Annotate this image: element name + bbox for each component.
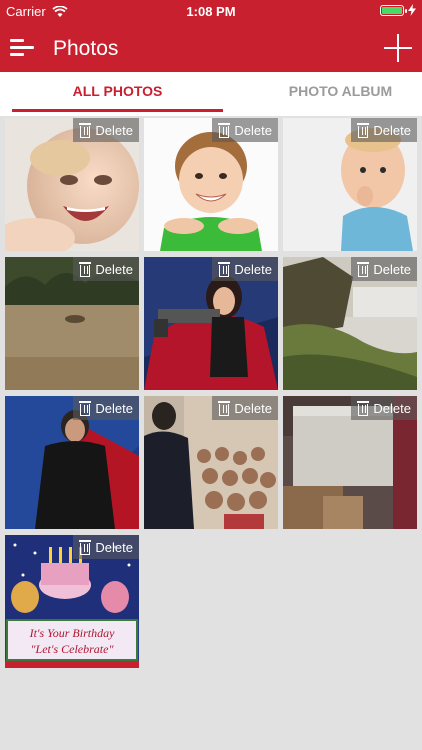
delete-button[interactable]: Delete: [73, 118, 139, 142]
delete-label: Delete: [95, 122, 133, 138]
delete-label: Delete: [95, 539, 133, 555]
tab-photo-album[interactable]: PHOTO ALBUM: [235, 72, 422, 116]
status-right: [380, 4, 416, 16]
photo-tile[interactable]: Delete: [144, 396, 278, 529]
photo-tile[interactable]: Delete: [283, 257, 417, 390]
navigation-bar: Photos: [0, 24, 422, 72]
battery-icon: [380, 4, 407, 16]
plus-icon[interactable]: [384, 34, 412, 62]
delete-button[interactable]: Delete: [212, 118, 278, 142]
trash-icon: [218, 261, 231, 277]
trash-icon: [79, 122, 92, 138]
top-bar: Carrier 1:08 PM Photos: [0, 0, 422, 72]
delete-button[interactable]: Delete: [351, 396, 417, 420]
delete-label: Delete: [95, 400, 133, 416]
svg-text:It's Your Birthday: It's Your Birthday: [29, 626, 115, 640]
status-bar: Carrier 1:08 PM: [0, 0, 422, 22]
photo-tile[interactable]: Delete: [144, 118, 278, 251]
delete-button[interactable]: Delete: [73, 257, 139, 281]
photo-tile[interactable]: Delete: [283, 118, 417, 251]
trash-icon: [79, 539, 92, 555]
active-tab-indicator: [12, 109, 223, 112]
tab-bar: ALL PHOTOS PHOTO ALBUM: [0, 72, 422, 116]
trash-icon: [218, 400, 231, 416]
trash-icon: [357, 261, 370, 277]
delete-label: Delete: [95, 261, 133, 277]
delete-button[interactable]: Delete: [351, 257, 417, 281]
delete-label: Delete: [373, 400, 411, 416]
photo-tile[interactable]: Delete: [5, 118, 139, 251]
trash-icon: [79, 400, 92, 416]
delete-label: Delete: [234, 400, 272, 416]
delete-button[interactable]: Delete: [73, 535, 139, 559]
svg-text:"Let's Celebrate": "Let's Celebrate": [31, 642, 115, 656]
page-title: Photos: [53, 37, 119, 60]
delete-label: Delete: [234, 261, 272, 277]
delete-button[interactable]: Delete: [351, 118, 417, 142]
photo-tile[interactable]: Delete: [144, 257, 278, 390]
trash-icon: [79, 261, 92, 277]
clock: 1:08 PM: [186, 4, 236, 19]
photo-tile[interactable]: It's Your Birthday "Let's Celebrate" Del…: [5, 535, 139, 668]
trash-icon: [218, 122, 231, 138]
photo-tile[interactable]: Delete: [283, 396, 417, 529]
delete-label: Delete: [234, 122, 272, 138]
photo-tile[interactable]: Delete: [5, 257, 139, 390]
delete-button[interactable]: Delete: [212, 396, 278, 420]
trash-icon: [357, 400, 370, 416]
charging-bolt-icon: [408, 4, 416, 16]
delete-label: Delete: [373, 122, 411, 138]
trash-icon: [357, 122, 370, 138]
menu-icon[interactable]: [10, 37, 34, 59]
photo-tile[interactable]: Delete: [5, 396, 139, 529]
delete-button[interactable]: Delete: [73, 396, 139, 420]
delete-button[interactable]: Delete: [212, 257, 278, 281]
delete-label: Delete: [373, 261, 411, 277]
